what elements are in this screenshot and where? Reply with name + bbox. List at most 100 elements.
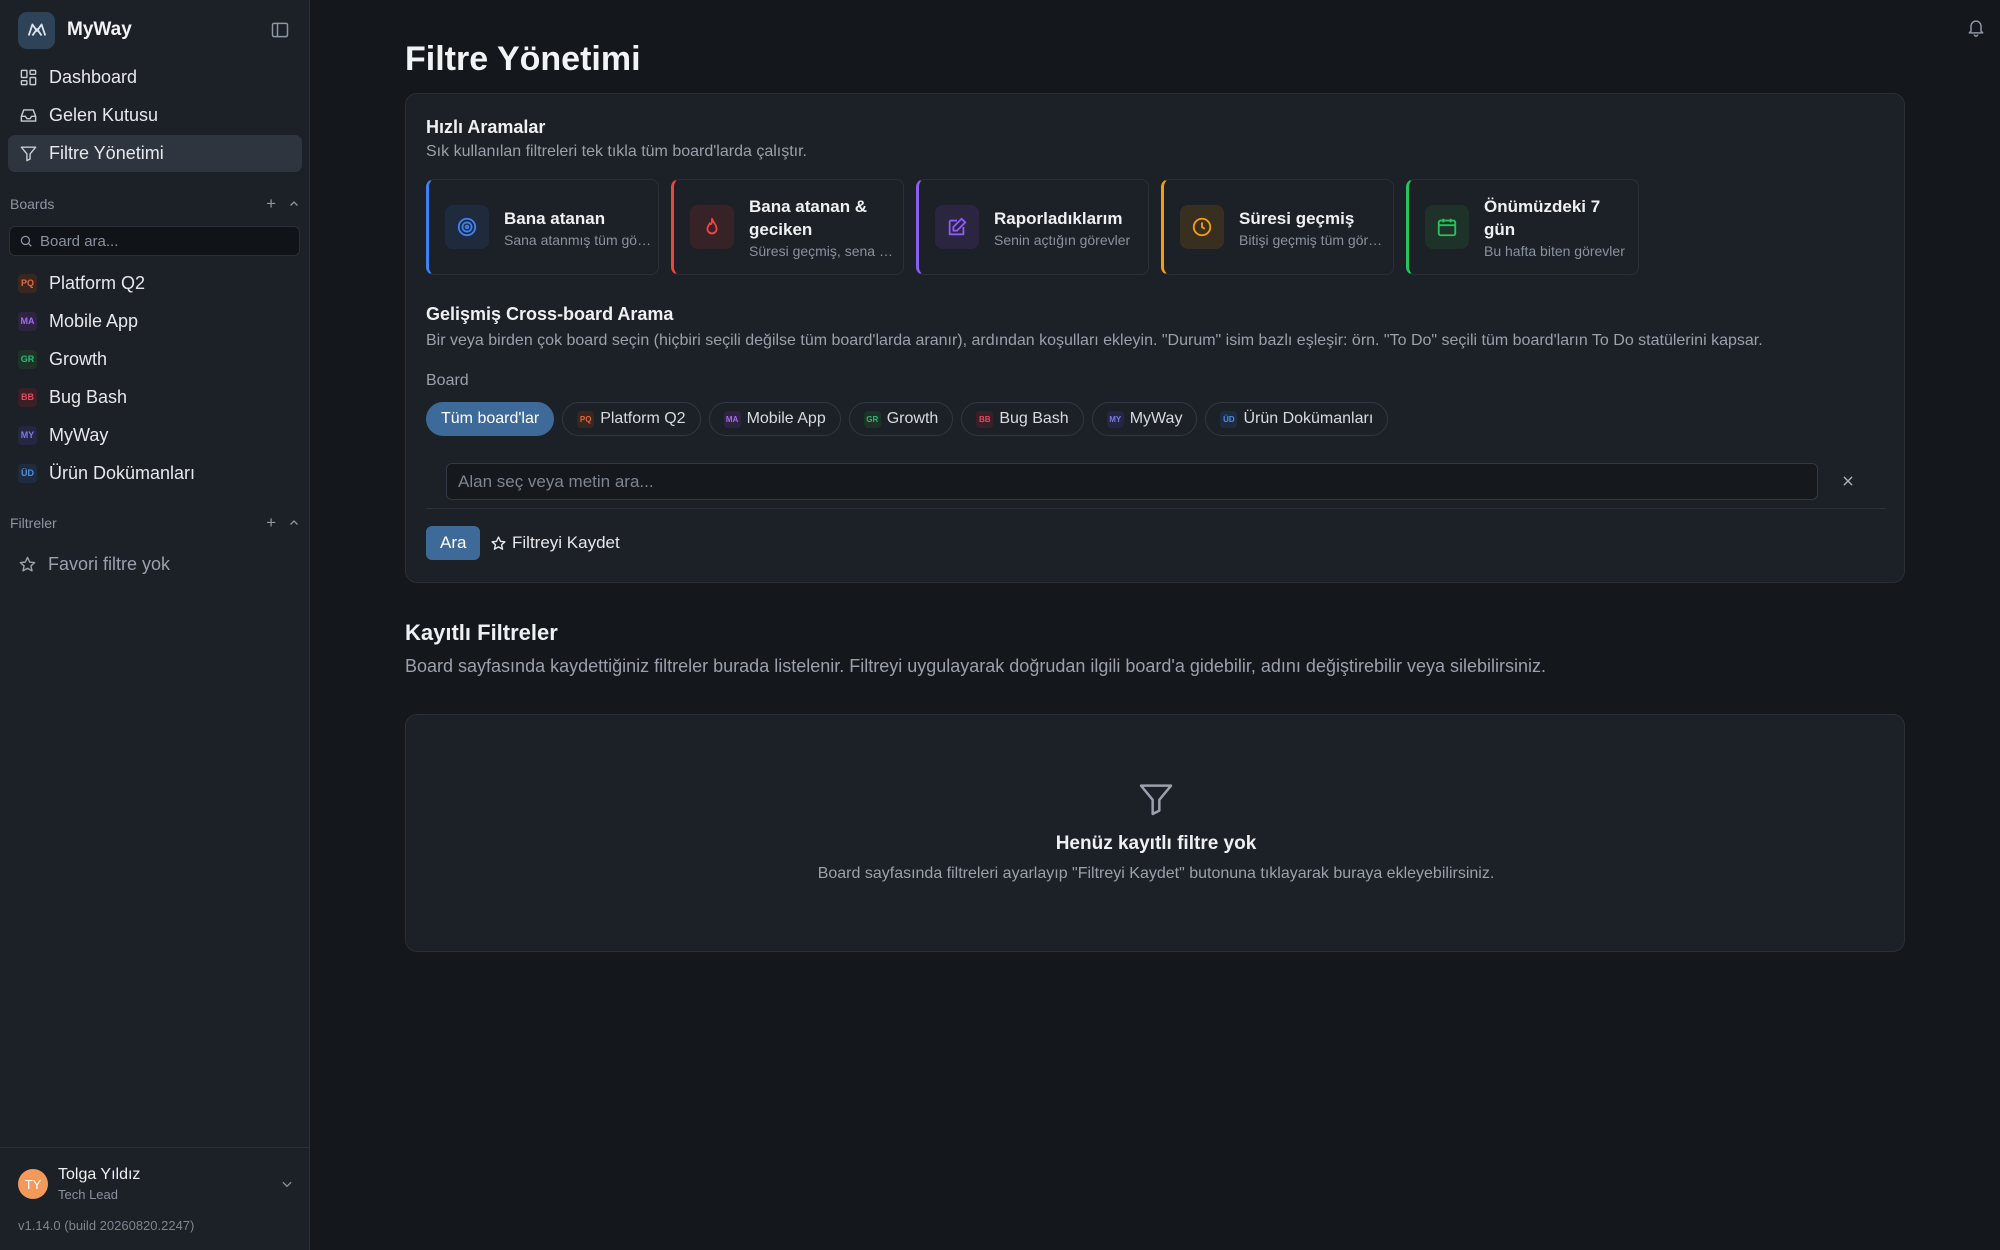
board-item-urun-dokumanlari[interactable]: ÜD Ürün Dokümanları <box>8 454 302 492</box>
saved-filters-empty-state: Henüz kayıtlı filtre yok Board sayfasınd… <box>405 714 1905 952</box>
board-badge: BB <box>976 410 994 428</box>
board-badge: GR <box>18 349 37 369</box>
board-item-myway[interactable]: MY MyWay <box>8 416 302 454</box>
quick-search-title: Hızlı Aramalar <box>426 117 546 137</box>
chip-platform-q2[interactable]: PQ Platform Q2 <box>562 402 701 436</box>
search-button[interactable]: Ara <box>426 526 481 560</box>
board-label: Bug Bash <box>49 386 128 407</box>
flame-icon <box>690 205 734 249</box>
chip-myway[interactable]: MY MyWay <box>1091 402 1198 436</box>
main-nav: Dashboard Gelen Kutusu Filtre Yönetimi <box>8 59 302 173</box>
quick-search-subtitle: Sık kullanılan filtreleri tek tıkla tüm … <box>426 143 807 160</box>
quick-search-title: Önümüzdeki 7 gün <box>1484 197 1601 239</box>
filter-icon <box>1139 784 1173 816</box>
board-badge: MY <box>18 425 37 445</box>
avatar: TY <box>18 1169 48 1199</box>
search-card: Hızlı Aramalar Sık kullanılan filtreleri… <box>405 93 1905 583</box>
clear-icon[interactable] <box>1836 469 1860 493</box>
board-filter-label: Board <box>426 372 469 389</box>
quick-search-desc: Senin açtığın görevler <box>994 231 1131 248</box>
chip-label: Growth <box>886 410 939 427</box>
clock-icon <box>1180 205 1224 249</box>
chip-label: Bug Bash <box>999 410 1069 427</box>
user-name: Tolga Yıldız <box>58 1166 141 1183</box>
quick-search-assigned[interactable]: Bana atanan Sana atanmış tüm görevler <box>426 179 659 275</box>
nav-item-label: Gelen Kutusu <box>49 105 159 125</box>
user-role: Tech Lead <box>58 1187 118 1202</box>
boards-section-header: Boards + <box>10 193 300 215</box>
chip-label: Platform Q2 <box>600 410 686 427</box>
sidebar-header: MyWay <box>18 10 298 50</box>
chip-label: Ürün Dokümanları <box>1243 410 1374 427</box>
board-badge: PQ <box>577 410 595 428</box>
collapse-boards-icon[interactable] <box>288 198 300 210</box>
target-icon <box>445 205 489 249</box>
filters-heading: Filtreler <box>10 515 57 531</box>
board-item-platform-q2[interactable]: PQ Platform Q2 <box>8 264 302 302</box>
board-badge: GR <box>863 410 881 428</box>
calendar-icon <box>1425 205 1469 249</box>
chip-mobile-app[interactable]: MA Mobile App <box>708 402 841 436</box>
field-search-input[interactable] <box>446 463 1818 500</box>
board-label: Ürün Dokümanları <box>49 462 196 483</box>
quick-search-desc: Bu hafta biten görevler <box>1484 243 1625 259</box>
star-icon <box>491 535 506 550</box>
chip-all-boards[interactable]: Tüm board'lar <box>426 402 555 436</box>
chip-label: Mobile App <box>746 410 826 427</box>
board-badge: ÜD <box>1220 410 1238 428</box>
quick-search-overdue-assigned[interactable]: Bana atanan & geciken Süresi geçmiş, sen… <box>671 179 904 275</box>
quick-search-next-7-days[interactable]: Önümüzdeki 7 gün Bu hafta biten görevler <box>1406 179 1639 275</box>
filters-section-header: Filtreler + <box>10 512 300 534</box>
advanced-search-title: Gelişmiş Cross-board Arama <box>426 304 674 324</box>
board-search[interactable] <box>9 226 300 256</box>
board-badge: MY <box>1106 410 1124 428</box>
sidebar: MyWay Dashboard Gelen Kutusu Filtre Yöne… <box>0 0 310 1250</box>
board-badge: MA <box>723 410 741 428</box>
collapse-filters-icon[interactable] <box>288 517 300 529</box>
add-filter-icon[interactable]: + <box>266 513 276 533</box>
user-menu[interactable]: TY Tolga Yıldız Tech Lead <box>18 1166 294 1202</box>
quick-search-title: Bana atanan & geciken <box>749 197 868 239</box>
nav-item-inbox[interactable]: Gelen Kutusu <box>8 97 302 134</box>
add-board-icon[interactable]: + <box>266 194 276 214</box>
chevron-down-icon[interactable] <box>280 1177 294 1191</box>
board-label: Platform Q2 <box>49 272 146 293</box>
quick-search-reported[interactable]: Raporladıklarım Senin açtığın görevler <box>916 179 1149 275</box>
dashboard-icon <box>20 69 37 86</box>
quick-search-title: Bana atanan <box>504 208 606 228</box>
nav-item-dashboard[interactable]: Dashboard <box>8 59 302 96</box>
chip-bug-bash[interactable]: BB Bug Bash <box>961 402 1084 436</box>
sidebar-toggle-icon[interactable] <box>270 20 290 40</box>
empty-state-subtitle: Board sayfasında filtreleri ayarlayıp "F… <box>817 865 1495 882</box>
inbox-icon <box>20 109 37 122</box>
quick-search-title: Raporladıklarım <box>994 208 1123 228</box>
chip-urun-dokumanlari[interactable]: ÜD Ürün Dokümanları <box>1205 402 1389 436</box>
board-badge: ÜD <box>18 463 37 483</box>
quick-search-desc: Süresi geçmiş, sena atanmış <box>749 243 899 259</box>
advanced-search-subtitle: Bir veya birden çok board seçin (hiçbiri… <box>426 332 1763 349</box>
app-name: MyWay <box>67 19 132 40</box>
filter-icon <box>20 146 37 162</box>
board-search-input[interactable] <box>40 232 280 250</box>
quick-search-overdue[interactable]: Süresi geçmiş Bitişi geçmiş tüm görevler <box>1161 179 1394 275</box>
board-label: MyWay <box>49 424 109 445</box>
divider <box>426 508 1886 509</box>
app-version: v1.14.0 (build 20260820.2247) <box>18 1218 195 1233</box>
board-item-bug-bash[interactable]: BB Bug Bash <box>8 378 302 416</box>
saved-filters-title: Kayıtlı Filtreler <box>405 620 558 645</box>
bell-icon[interactable] <box>1966 17 1986 37</box>
search-icon <box>20 235 32 247</box>
board-item-growth[interactable]: GR Growth <box>8 340 302 378</box>
nav-item-filter-management[interactable]: Filtre Yönetimi <box>8 135 302 172</box>
chip-growth[interactable]: GR Growth <box>848 402 954 436</box>
board-item-mobile-app[interactable]: MA Mobile App <box>8 302 302 340</box>
quick-search-title: Süresi geçmiş <box>1239 208 1355 228</box>
nav-item-label: Filtre Yönetimi <box>49 143 164 163</box>
board-list: PQ Platform Q2 MA Mobile App GR Growth B… <box>8 264 302 492</box>
page-title: Filtre Yönetimi <box>405 40 641 78</box>
board-badge: MA <box>18 311 37 331</box>
app-logo-icon[interactable] <box>18 11 55 49</box>
save-filter-button[interactable]: Filtreyi Kaydet <box>490 526 620 560</box>
empty-state-title: Henüz kayıtlı filtre yok <box>1055 833 1257 854</box>
favorites-empty: Favori filtre yok <box>18 550 170 578</box>
